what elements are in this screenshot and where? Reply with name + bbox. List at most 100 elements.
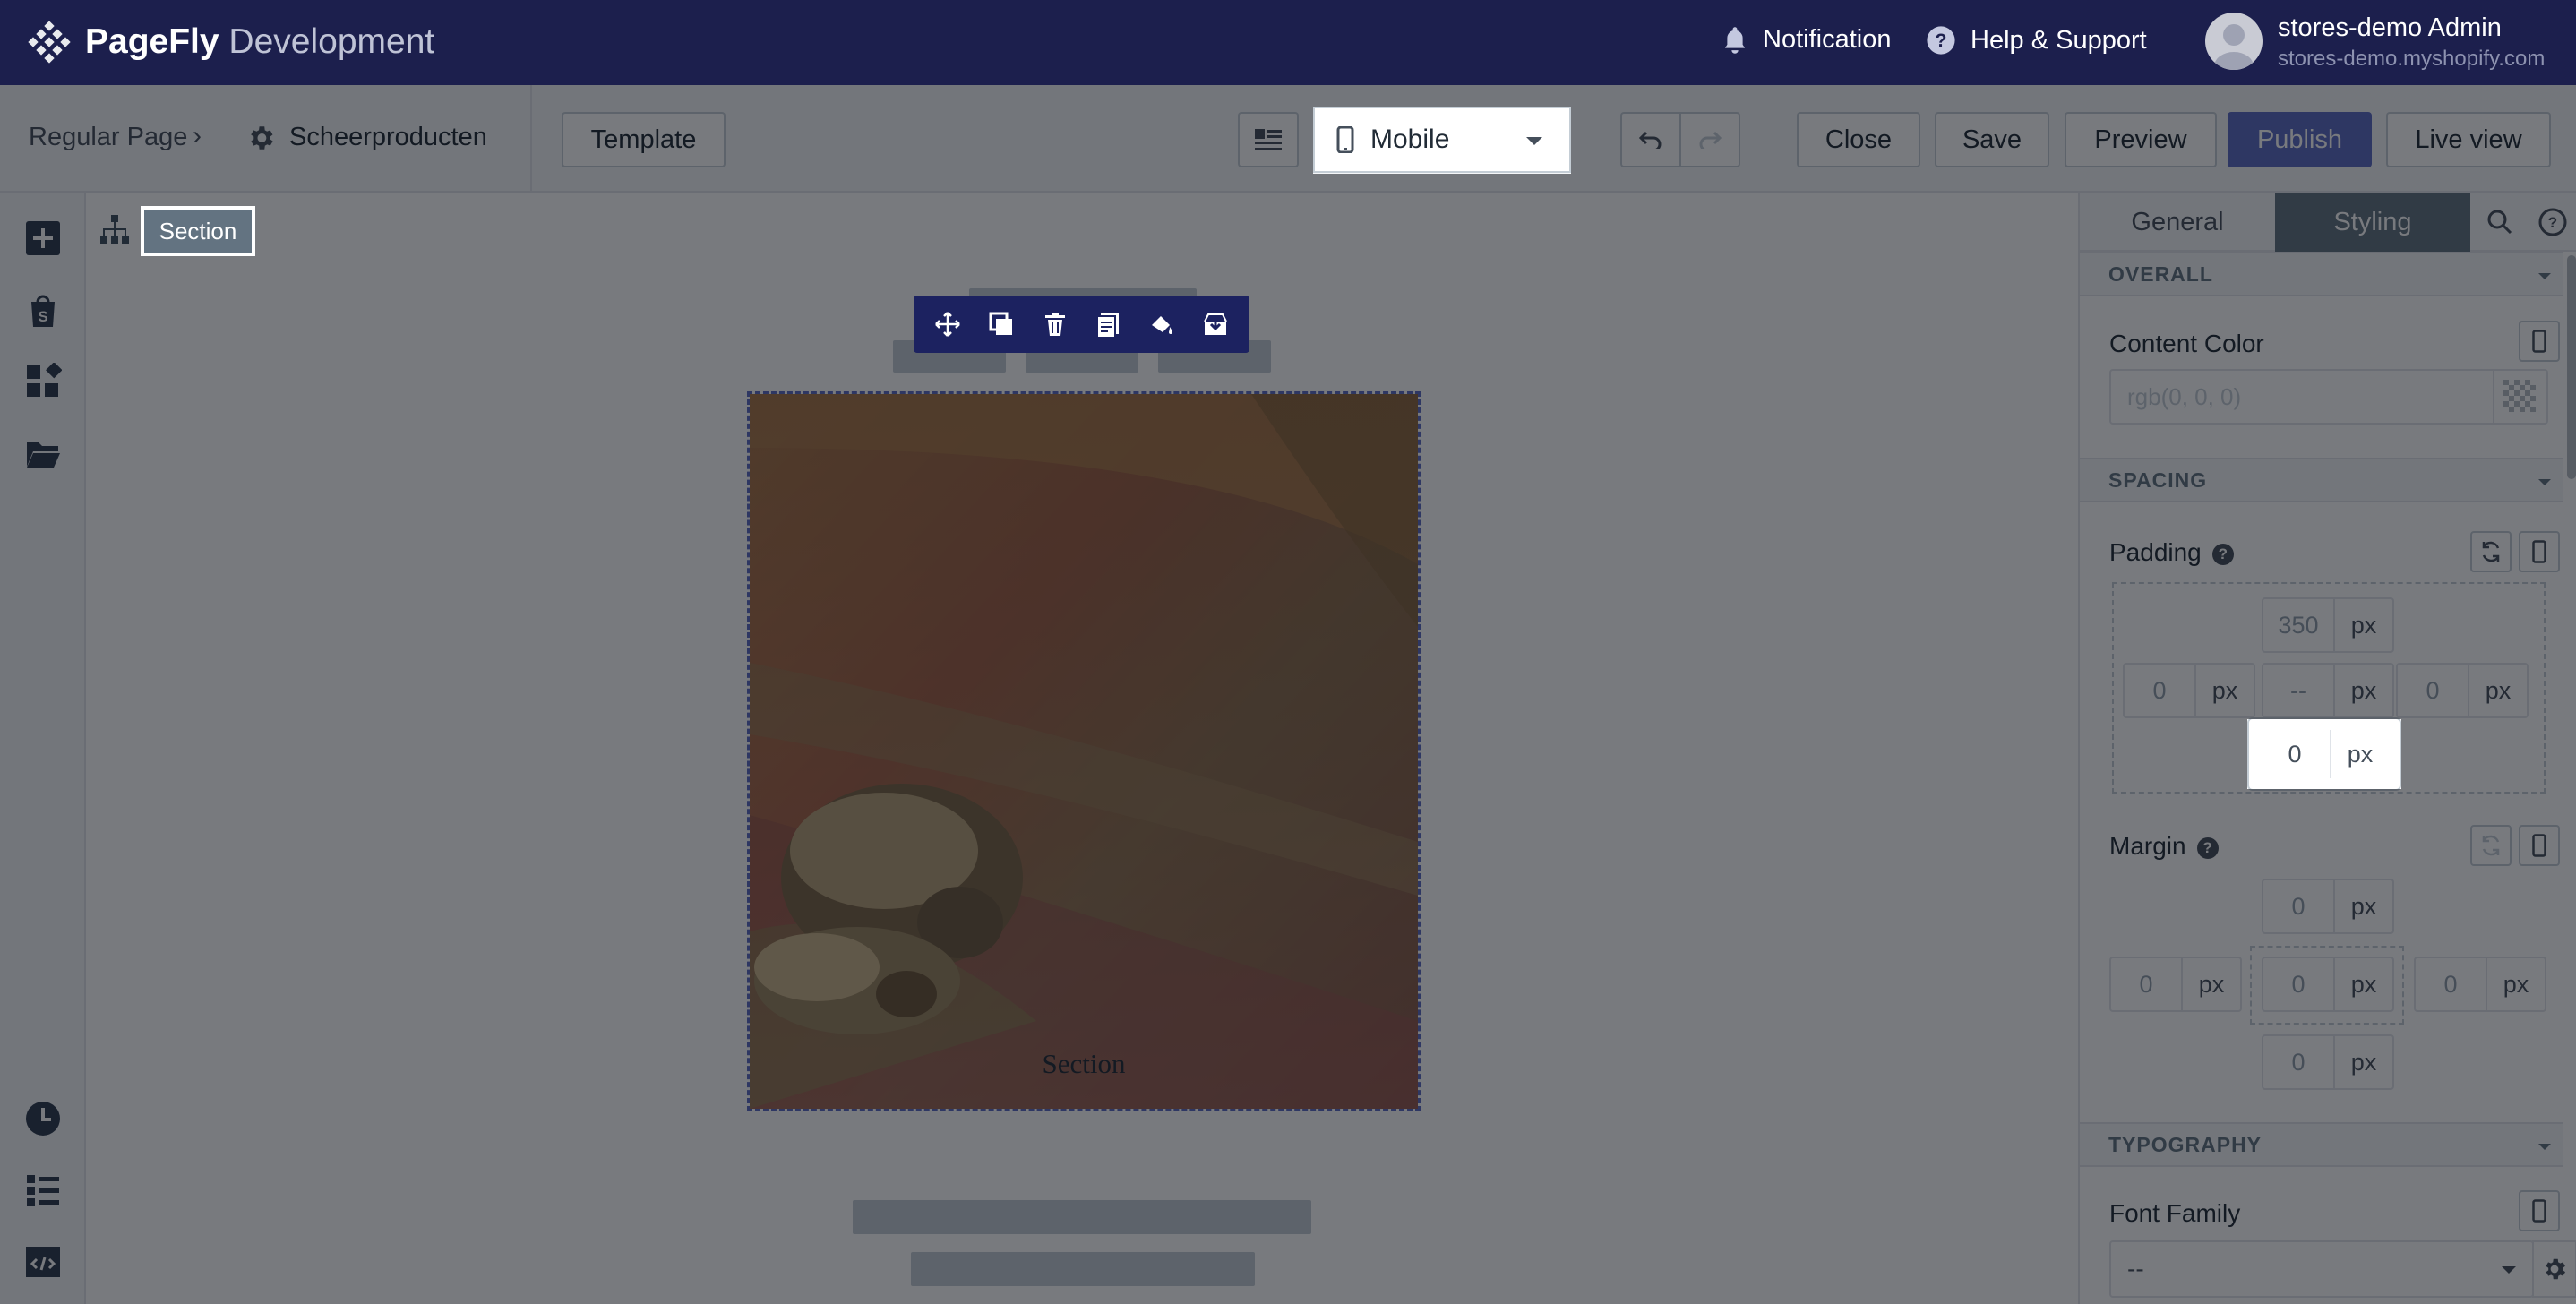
- placeholder-button-bar: [911, 1252, 1255, 1286]
- caret-down-icon: [2502, 1266, 2516, 1274]
- selected-section[interactable]: Section: [747, 391, 1421, 1111]
- overall-group-header[interactable]: OVERALL: [2080, 252, 2563, 296]
- svg-text:?: ?: [2548, 214, 2557, 231]
- transparent-checker-icon: [2503, 380, 2537, 414]
- device-select[interactable]: Mobile: [1313, 107, 1571, 173]
- template-button[interactable]: Template: [562, 112, 726, 167]
- redo-button[interactable]: [1679, 112, 1740, 167]
- font-settings-button[interactable]: [2532, 1240, 2576, 1298]
- pagefly-logo-icon: [28, 21, 71, 64]
- content-color-label: Content Color: [2109, 330, 2264, 357]
- text-align-icon: [1255, 129, 1282, 150]
- help-circle-icon[interactable]: ?: [2211, 543, 2234, 565]
- font-family-value: --: [2127, 1255, 2144, 1283]
- sync-padding-button[interactable]: [2470, 531, 2512, 572]
- caret-down-icon: [2538, 479, 2551, 485]
- spacing-group-header[interactable]: SPACING: [2080, 458, 2563, 502]
- folder-open-icon[interactable]: [24, 434, 62, 472]
- help-label: Help & Support: [1971, 25, 2147, 55]
- mobile-device-toggle[interactable]: [2519, 1190, 2560, 1231]
- user-icon: [2214, 24, 2254, 70]
- code-editor-icon[interactable]: [24, 1243, 62, 1281]
- user-name[interactable]: stores-demo Admin: [2278, 13, 2502, 43]
- padding-top-input[interactable]: 350 px: [2262, 597, 2394, 653]
- layout-toggle-button[interactable]: [1238, 112, 1299, 167]
- gear-icon[interactable]: [245, 123, 276, 153]
- gear-icon: [2546, 1258, 2565, 1280]
- paint-bucket-icon[interactable]: [1141, 304, 1182, 345]
- device-label: Mobile: [1370, 124, 1450, 154]
- content-color-input[interactable]: rgb(0, 0, 0): [2109, 369, 2494, 425]
- padding-left-input[interactable]: 0 px: [2123, 663, 2255, 718]
- left-sidebar: S: [0, 193, 86, 1304]
- notification-label: Notification: [1763, 25, 1892, 54]
- bell-icon: [1724, 26, 1746, 54]
- help-support-link[interactable]: ? Help & Support: [1926, 25, 2147, 56]
- mobile-icon: [2532, 1199, 2546, 1222]
- preview-button[interactable]: Preview: [2065, 112, 2217, 167]
- margin-bottom-input[interactable]: 0 px: [2262, 1034, 2394, 1090]
- history-clock-icon[interactable]: [24, 1100, 62, 1137]
- undo-icon: [1639, 131, 1662, 149]
- margin-top-input[interactable]: 0 px: [2262, 879, 2394, 934]
- mobile-device-toggle[interactable]: [2519, 321, 2560, 362]
- inspector-panel: General Styling ? OVERALL Content Color …: [2078, 193, 2576, 1304]
- breadcrumb-root[interactable]: Regular Page: [29, 123, 187, 152]
- padding-bottom-input[interactable]: 0 px: [2247, 717, 2401, 791]
- toolbar-divider: [530, 85, 532, 193]
- trash-icon[interactable]: [1035, 304, 1076, 345]
- breadcrumb-page[interactable]: Scheerproducten: [289, 123, 487, 152]
- mobile-device-toggle[interactable]: [2519, 825, 2560, 866]
- tab-general[interactable]: General: [2080, 193, 2275, 252]
- margin-left-input[interactable]: 0 px: [2109, 957, 2242, 1012]
- typography-group-header[interactable]: TYPOGRAPHY: [2080, 1122, 2563, 1167]
- mobile-icon: [2532, 834, 2546, 857]
- save-to-library-icon[interactable]: [1195, 304, 1236, 345]
- avatar[interactable]: [2205, 13, 2263, 70]
- caret-down-icon: [1526, 137, 1542, 145]
- mobile-device-toggle[interactable]: [2519, 531, 2560, 572]
- sync-margin-button[interactable]: [2470, 825, 2512, 866]
- live-view-button[interactable]: Live view: [2386, 112, 2551, 167]
- font-family-label: Font Family: [2109, 1199, 2241, 1227]
- undo-button[interactable]: [1620, 112, 1681, 167]
- list-outline-icon[interactable]: [24, 1171, 62, 1209]
- caret-down-icon: [2538, 273, 2551, 279]
- color-swatch[interactable]: [2493, 369, 2548, 425]
- help-circle-icon[interactable]: ?: [2196, 836, 2219, 859]
- sitemap-icon[interactable]: [99, 213, 131, 245]
- tab-styling[interactable]: Styling: [2275, 193, 2470, 252]
- panel-scrollbar[interactable]: [2567, 255, 2576, 479]
- overall-group-title: OVERALL: [2108, 262, 2213, 286]
- app-header: PageFly Development Notification ? Help …: [0, 0, 2576, 85]
- search-icon[interactable]: [2474, 193, 2526, 252]
- mobile-icon: [2532, 330, 2546, 353]
- copy-style-icon[interactable]: [1087, 304, 1129, 345]
- padding-label: Padding?: [2109, 538, 2234, 567]
- refresh-icon: [2482, 541, 2500, 562]
- redo-icon: [1699, 131, 1722, 149]
- publish-button[interactable]: Publish: [2228, 112, 2372, 167]
- margin-center-input[interactable]: 0 px: [2262, 957, 2394, 1012]
- svg-text:?: ?: [1936, 30, 1947, 51]
- svg-text:S: S: [38, 308, 47, 325]
- notification-link[interactable]: Notification: [1722, 25, 1891, 55]
- close-button[interactable]: Close: [1797, 112, 1920, 167]
- apps-grid-icon[interactable]: [24, 363, 62, 400]
- padding-right-input[interactable]: 0 px: [2396, 663, 2529, 718]
- add-element-icon[interactable]: [24, 219, 62, 257]
- padding-center-input[interactable]: -- px: [2262, 663, 2394, 718]
- section-label: Section: [1042, 1048, 1126, 1079]
- margin-right-input[interactable]: 0 px: [2414, 957, 2546, 1012]
- help-icon[interactable]: ?: [2528, 193, 2576, 252]
- move-icon[interactable]: [927, 304, 968, 345]
- mobile-icon: [1336, 126, 1354, 153]
- font-family-select[interactable]: --: [2109, 1240, 2534, 1298]
- selected-element-chip[interactable]: Section: [141, 206, 255, 256]
- shopify-bag-icon[interactable]: S: [24, 291, 62, 329]
- duplicate-icon[interactable]: [981, 304, 1022, 345]
- save-button[interactable]: Save: [1935, 112, 2049, 167]
- typography-group-title: TYPOGRAPHY: [2108, 1132, 2263, 1156]
- mobile-icon: [2532, 540, 2546, 563]
- refresh-icon: [2482, 835, 2500, 856]
